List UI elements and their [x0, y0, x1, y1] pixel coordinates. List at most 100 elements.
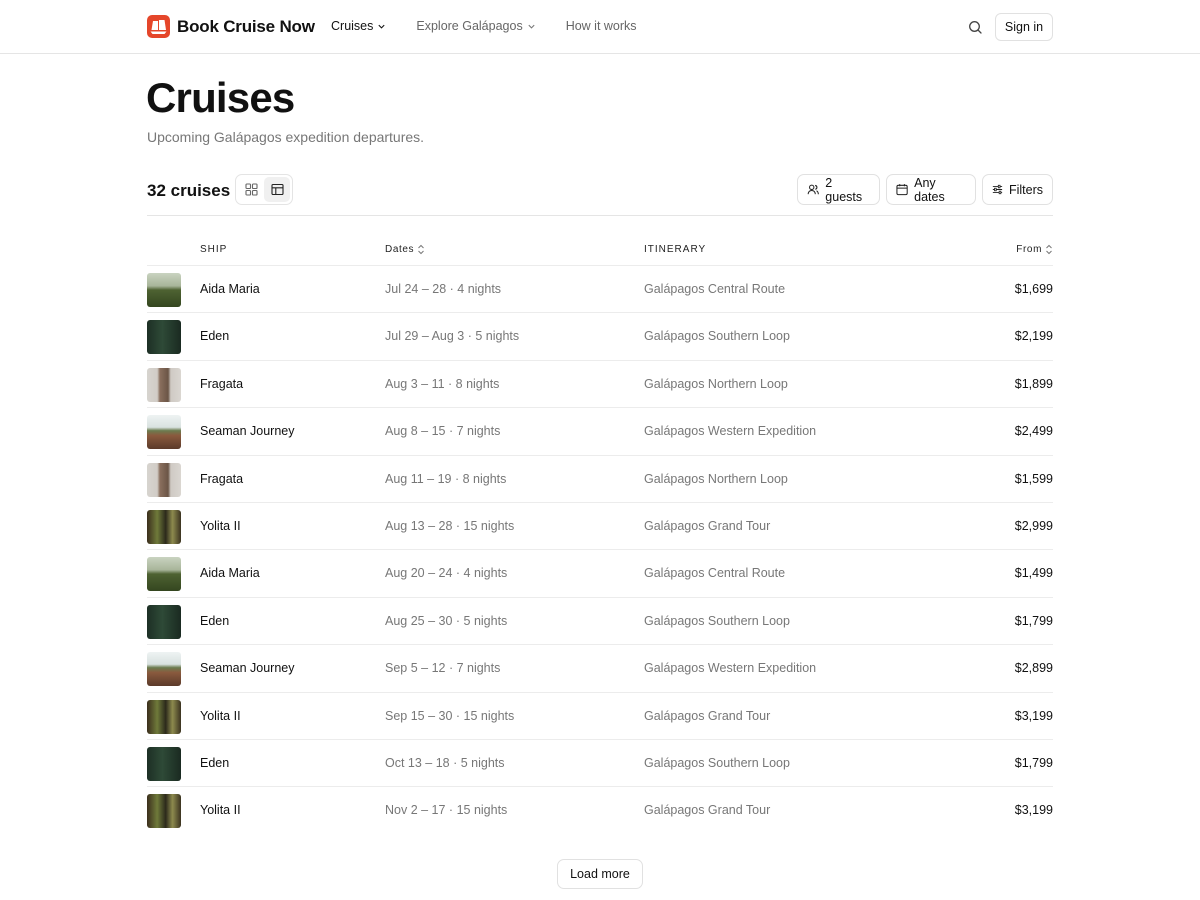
table-header: SHIP Dates ITINERARY From [147, 240, 1053, 266]
price: $1,899 [1014, 376, 1053, 391]
nav-cruises[interactable]: Cruises [331, 19, 386, 33]
nav-cruises-label: Cruises [331, 19, 374, 33]
grid-view-button[interactable] [238, 177, 264, 202]
itinerary: Galápagos Grand Tour [644, 708, 771, 723]
itinerary: Galápagos Central Route [644, 566, 786, 581]
table-row[interactable]: Seaman Journey Sep 5 – 12 · 7 nights Gal… [147, 645, 1053, 693]
calendar-icon [896, 184, 908, 196]
price: $3,199 [1014, 708, 1053, 723]
nav-how-it-works[interactable]: How it works [566, 19, 637, 33]
price: $1,799 [1014, 755, 1053, 770]
table-row[interactable]: Aida Maria Aug 20 – 24 · 4 nights Galápa… [147, 550, 1053, 598]
ship-thumbnail [147, 509, 181, 544]
itinerary: Galápagos Southern Loop [644, 329, 790, 344]
search-button[interactable] [967, 19, 984, 36]
ship-name: Yolita II [200, 803, 241, 818]
load-more-button[interactable]: Load more [557, 859, 643, 889]
ship-name: Eden [200, 613, 230, 628]
cruise-dates: Sep 5 – 12 · 7 nights [385, 661, 501, 676]
ship-thumbnail [147, 699, 181, 734]
cruise-dates: Aug 20 – 24 · 4 nights [385, 566, 508, 581]
itinerary: Galápagos Western Expedition [644, 424, 817, 439]
table-row[interactable]: Seaman Journey Aug 8 – 15 · 7 nights Gal… [147, 408, 1053, 456]
grid-view-icon [244, 183, 258, 196]
itinerary: Galápagos Northern Loop [644, 376, 788, 391]
table-row[interactable]: Yolita II Sep 15 – 30 · 15 nights Galápa… [147, 693, 1053, 740]
ship-name: Fragata [200, 471, 244, 486]
table-row[interactable]: Eden Oct 13 – 18 · 5 nights Galápagos So… [147, 740, 1053, 788]
column-from-sort[interactable]: From [1016, 244, 1053, 255]
column-ship: SHIP [200, 244, 227, 255]
ship-thumbnail [147, 273, 181, 307]
sort-icon [418, 244, 424, 255]
page-subtitle: Upcoming Galápagos expedition departures… [147, 129, 425, 145]
table-row[interactable]: Aida Maria Jul 24 – 28 · 4 nights Galápa… [147, 266, 1053, 314]
price: $2,499 [1014, 424, 1053, 439]
ship-thumbnail [147, 557, 181, 592]
ship-name: Aida Maria [200, 282, 260, 296]
page-title: Cruises [146, 74, 295, 121]
column-itinerary: ITINERARY [644, 244, 706, 255]
ship-thumbnail [147, 746, 181, 781]
cruise-dates: Aug 3 – 11 · 8 nights [385, 376, 500, 391]
guests-label: 2 guests [825, 175, 863, 204]
cruise-dates: Aug 8 – 15 · 7 nights [385, 424, 501, 439]
column-dates-sort[interactable]: Dates [385, 244, 425, 255]
itinerary: Galápagos Northern Loop [644, 471, 788, 486]
ship-name: Aida Maria [200, 566, 260, 581]
sign-in-button[interactable]: Sign in [995, 13, 1053, 41]
price: $1,699 [1014, 282, 1053, 296]
cruise-dates: Aug 11 – 19 · 8 nights [385, 471, 507, 486]
ship-thumbnail [147, 604, 181, 639]
cruise-dates: Jul 29 – Aug 3 · 5 nights [385, 329, 520, 344]
ship-name: Yolita II [200, 708, 241, 723]
table-view-button[interactable] [264, 177, 290, 202]
ship-thumbnail [147, 320, 181, 355]
column-ship-label: SHIP [200, 244, 228, 255]
price: $1,599 [1014, 471, 1053, 486]
guests-button[interactable]: 2 guests [797, 174, 880, 205]
itinerary: Galápagos Grand Tour [644, 803, 771, 818]
brand-link[interactable]: Book Cruise Now [147, 15, 315, 38]
column-dates-label: Dates [385, 244, 415, 255]
top-navigation-bar: Book Cruise Now Cruises Explore Galápago… [0, 0, 1200, 54]
nav-explore-label: Explore Galápagos [416, 19, 523, 33]
sliders-icon [992, 184, 1003, 195]
itinerary: Galápagos Central Route [644, 282, 786, 296]
table-row[interactable]: Fragata Aug 11 – 19 · 8 nights Galápagos… [147, 456, 1053, 503]
sailboat-logo-icon [147, 15, 170, 38]
column-itinerary-label: ITINERARY [644, 244, 707, 255]
cruise-dates: Jul 24 – 28 · 4 nights [385, 282, 502, 296]
ship-thumbnail [147, 462, 181, 497]
nav-explore-galapagos[interactable]: Explore Galápagos [416, 19, 535, 33]
ship-thumbnail [147, 652, 181, 687]
table-row[interactable]: Fragata Aug 3 – 11 · 8 nights Galápagos … [147, 361, 1053, 409]
ship-thumbnail [147, 367, 181, 402]
ship-name: Yolita II [200, 518, 241, 533]
itinerary: Galápagos Southern Loop [644, 613, 790, 628]
ship-thumbnail [147, 415, 181, 450]
price: $1,799 [1014, 613, 1053, 628]
cruise-dates: Sep 15 – 30 · 15 nights [385, 708, 515, 723]
itinerary: Galápagos Western Expedition [644, 661, 817, 676]
chevron-down-icon [378, 24, 385, 29]
table-row[interactable]: Eden Aug 25 – 30 · 5 nights Galápagos So… [147, 598, 1053, 646]
divider [147, 215, 1053, 216]
price: $2,899 [1014, 661, 1053, 676]
filters-label: Filters [1008, 182, 1043, 197]
brand-name: Book Cruise Now [177, 16, 315, 36]
cruise-dates: Nov 2 – 17 · 15 nights [385, 803, 508, 818]
table-row[interactable]: Yolita II Aug 13 – 28 · 15 nights Galápa… [147, 503, 1053, 551]
column-from-label: From [1016, 244, 1042, 255]
table-view-icon [270, 183, 284, 196]
cruise-dates: Aug 13 – 28 · 15 nights [385, 518, 515, 533]
price: $1,499 [1014, 566, 1053, 581]
chevron-down-icon [528, 24, 535, 29]
dates-button[interactable]: Any dates [886, 174, 976, 205]
table-row[interactable]: Yolita II Nov 2 – 17 · 15 nights Galápag… [147, 787, 1053, 834]
itinerary: Galápagos Southern Loop [644, 755, 790, 770]
nav-how-it-works-label: How it works [565, 19, 637, 33]
filters-button[interactable]: Filters [982, 174, 1053, 205]
table-row[interactable]: Eden Jul 29 – Aug 3 · 5 nights Galápagos… [147, 313, 1053, 361]
ship-name: Seaman Journey [200, 424, 295, 439]
